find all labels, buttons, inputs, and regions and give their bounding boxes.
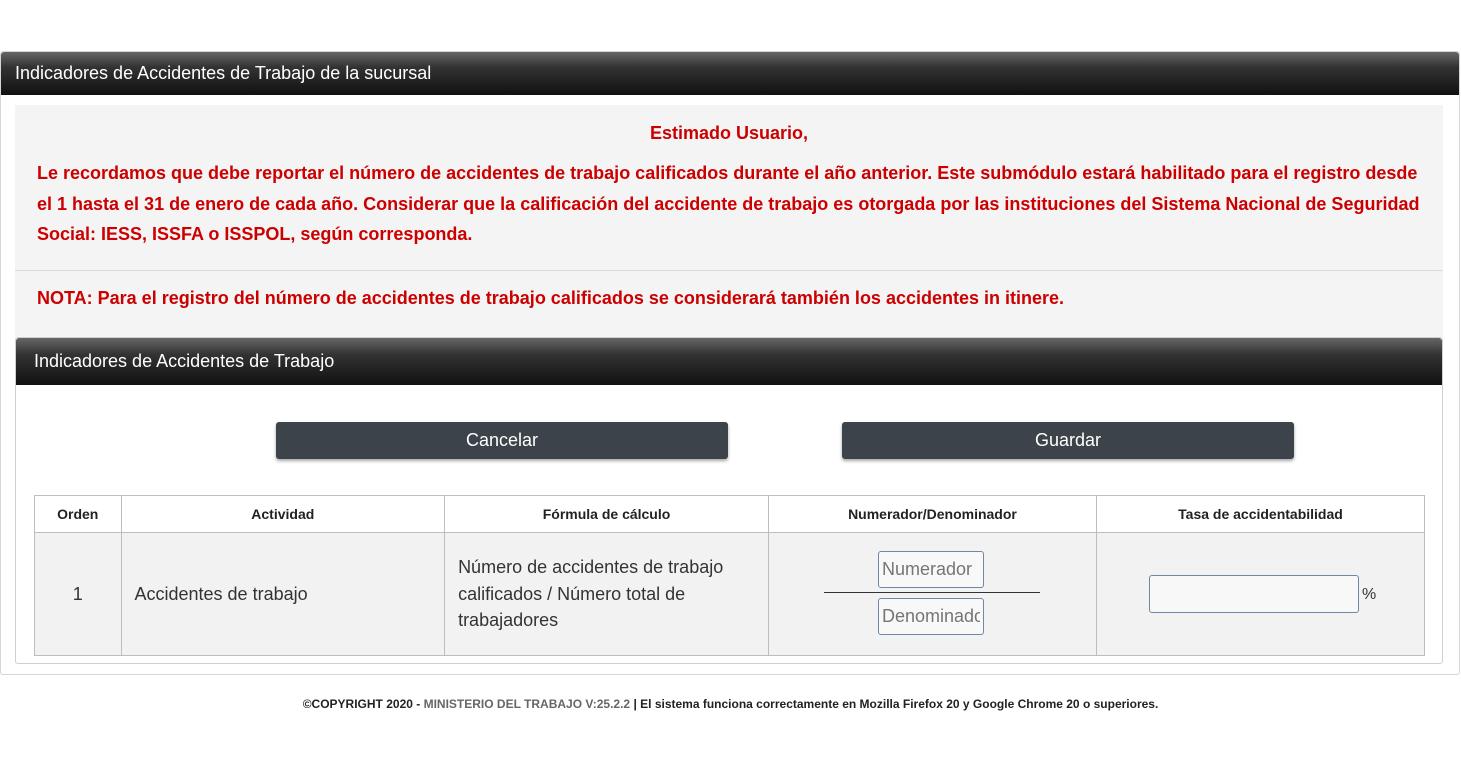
- cell-activity: Accidentes de trabajo: [120, 532, 446, 656]
- footer-browser-note: El sistema funciona correctamente en Moz…: [640, 697, 1159, 711]
- cell-order: 1: [34, 532, 122, 656]
- main-panel: Indicadores de Accidentes de Trabajo de …: [0, 51, 1460, 675]
- footer-separator: |: [633, 697, 637, 711]
- header-rate: Tasa de accidentabilidad: [1095, 495, 1426, 533]
- header-formula: Fórmula de cálculo: [444, 495, 769, 533]
- cell-formula: Número de accidentes de trabajo califica…: [444, 532, 769, 656]
- notice-box: Estimado Usuario, Le recordamos que debe…: [15, 105, 1443, 337]
- footer-ministry: MINISTERIO DEL TRABAJO V:25.2.2: [423, 697, 631, 711]
- header-fraction: Numerador/Denominador: [767, 495, 1097, 533]
- notice-greeting: Estimado Usuario,: [649, 123, 809, 143]
- fraction-line: [823, 592, 1040, 593]
- footer: ©COPYRIGHT 2020 - MINISTERIO DEL TRABAJO…: [0, 697, 1461, 711]
- header-activity: Actividad: [120, 495, 446, 533]
- section-title: Indicadores de Accidentes de Trabajo: [16, 338, 1442, 385]
- cell-fraction: [767, 532, 1097, 656]
- page-title: Indicadores de Accidentes de Trabajo de …: [1, 52, 1459, 95]
- header-order: Orden: [34, 495, 122, 533]
- notice-message: Le recordamos que debe reportar el númer…: [37, 163, 1420, 244]
- table-row: 1 Accidentes de trabajo Número de accide…: [34, 532, 1426, 656]
- rate-input[interactable]: [1148, 575, 1359, 613]
- percent-label: %: [1361, 586, 1377, 603]
- cell-rate: %: [1095, 532, 1426, 656]
- denominator-input[interactable]: [877, 598, 984, 635]
- save-button[interactable]: Guardar: [842, 422, 1294, 459]
- footer-copyright: ©COPYRIGHT 2020 -: [302, 697, 421, 711]
- notice-note: NOTA: Para el registro del número de acc…: [37, 288, 1065, 308]
- notice-divider: [15, 270, 1443, 271]
- cancel-button[interactable]: Cancelar: [276, 422, 728, 459]
- indicators-table: Orden Actividad Fórmula de cálculo Numer…: [34, 495, 1426, 656]
- numerator-input[interactable]: [877, 551, 984, 588]
- indicators-panel: Indicadores de Accidentes de Trabajo Can…: [15, 337, 1443, 664]
- table-header-row: Orden Actividad Fórmula de cálculo Numer…: [34, 495, 1426, 533]
